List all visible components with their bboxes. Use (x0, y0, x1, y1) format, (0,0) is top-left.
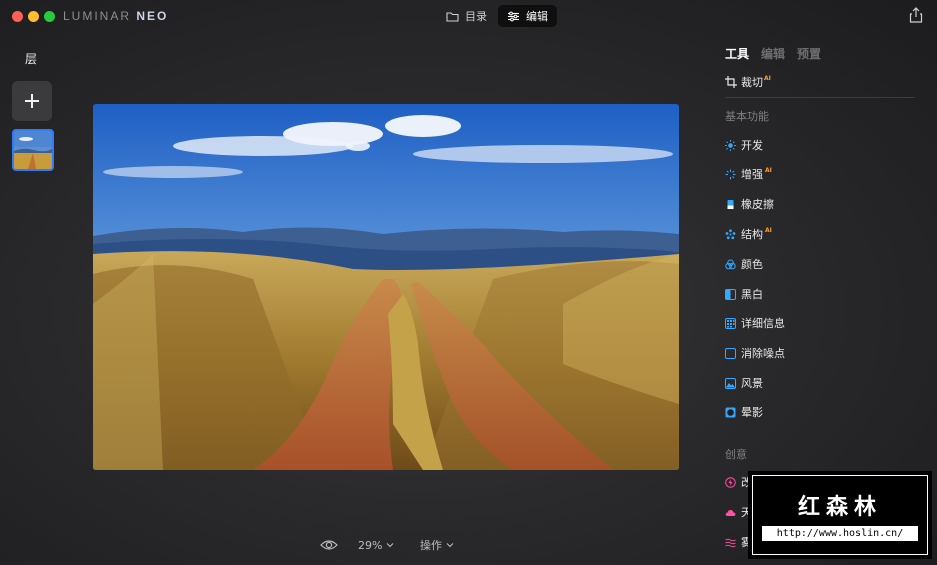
tab-catalog-label: 目录 (465, 10, 487, 23)
structure-icon (725, 228, 736, 239)
tab-presets[interactable]: 预置 (797, 45, 821, 62)
color-icon (725, 259, 736, 269)
title-bar: LUMINAR NEO 目录 编辑 (0, 0, 937, 34)
watermark-url: http://www.hoslin.cn/ (762, 526, 918, 541)
tab-edit-label: 编辑 (526, 10, 548, 23)
zoom-level: 29% (358, 538, 383, 552)
tool-denoise-label: 消除噪点 (741, 347, 785, 360)
folder-icon (446, 11, 459, 22)
chevron-down-icon (387, 543, 394, 548)
tool-enhance[interactable]: 增强 AI (725, 167, 772, 181)
actions-dropdown[interactable]: 操作 (420, 537, 454, 553)
tool-color[interactable]: 颜色 (725, 257, 763, 271)
denoise-icon (725, 347, 736, 359)
cloud-icon (725, 509, 736, 516)
tab-catalog[interactable]: 目录 (437, 5, 496, 27)
tool-details[interactable]: 详细信息 (725, 316, 785, 330)
close-window-button[interactable] (12, 11, 23, 22)
tool-landscape-label: 风景 (741, 377, 763, 390)
mist-icon (725, 538, 736, 547)
zoom-dropdown[interactable]: 29% (358, 537, 394, 553)
tab-edit[interactable]: 编辑 (498, 5, 557, 27)
tool-vignette[interactable]: 晕影 (725, 405, 763, 419)
sliders-icon (508, 11, 519, 21)
tab-edits[interactable]: 编辑 (761, 45, 785, 62)
landscape-icon (725, 377, 736, 389)
section-creative: 创意 (725, 448, 747, 461)
relight-icon (725, 476, 736, 488)
tool-eraser-label: 橡皮擦 (741, 198, 774, 211)
tab-tools[interactable]: 工具 (725, 45, 749, 62)
ai-badge: AI (764, 75, 771, 82)
tool-develop[interactable]: 开发 (725, 138, 763, 152)
eraser-icon (727, 199, 734, 209)
share-icon[interactable] (909, 7, 923, 23)
bw-icon (725, 288, 736, 300)
divider (725, 97, 915, 98)
watermark: 红森林 http://www.hoslin.cn/ (748, 471, 932, 559)
preview-toggle-button[interactable] (320, 537, 338, 553)
sparkle-icon (725, 169, 736, 179)
tools-tabs: 工具 编辑 预置 (725, 45, 821, 62)
ai-badge: AI (765, 167, 772, 174)
eye-icon (320, 540, 338, 550)
landscape-photo (93, 104, 679, 470)
plus-icon (25, 94, 39, 108)
app-logo: LUMINAR NEO (63, 9, 168, 23)
minimize-window-button[interactable] (28, 11, 39, 22)
add-layer-button[interactable] (12, 81, 52, 121)
tool-structure-label: 结构 (741, 228, 763, 241)
tool-landscape[interactable]: 风景 (725, 376, 763, 390)
zoom-window-button[interactable] (44, 11, 55, 22)
photo-canvas[interactable] (93, 104, 679, 470)
tool-eraser[interactable]: 橡皮擦 (725, 197, 774, 211)
watermark-title: 红森林 (797, 495, 882, 520)
crop-tool[interactable]: 裁切 AI (725, 74, 771, 90)
tool-bw[interactable]: 黑白 (725, 287, 763, 301)
app-logo-suffix: NEO (136, 9, 169, 23)
chevron-down-icon (446, 543, 454, 548)
sun-icon (725, 139, 736, 151)
tool-denoise[interactable]: 消除噪点 (725, 346, 785, 360)
crop-icon (725, 76, 737, 88)
actions-label: 操作 (420, 539, 442, 552)
tool-enhance-label: 增强 (741, 168, 763, 181)
layer-thumbnail-image (14, 131, 52, 169)
tool-bw-label: 黑白 (741, 288, 763, 301)
vignette-icon (725, 407, 736, 417)
details-icon (725, 317, 736, 329)
section-basic: 基本功能 (725, 110, 769, 123)
layer-thumbnail[interactable] (12, 129, 54, 171)
tool-color-label: 颜色 (741, 258, 763, 271)
ai-badge: AI (765, 227, 772, 234)
crop-label: 裁切 (741, 76, 763, 89)
layers-title: 层 (25, 52, 38, 66)
tool-develop-label: 开发 (741, 139, 763, 152)
tool-structure[interactable]: 结构 AI (725, 227, 772, 241)
app-logo-text: LUMINAR (63, 9, 132, 23)
tool-details-label: 详细信息 (741, 317, 785, 330)
tool-vignette-label: 晕影 (741, 406, 763, 419)
